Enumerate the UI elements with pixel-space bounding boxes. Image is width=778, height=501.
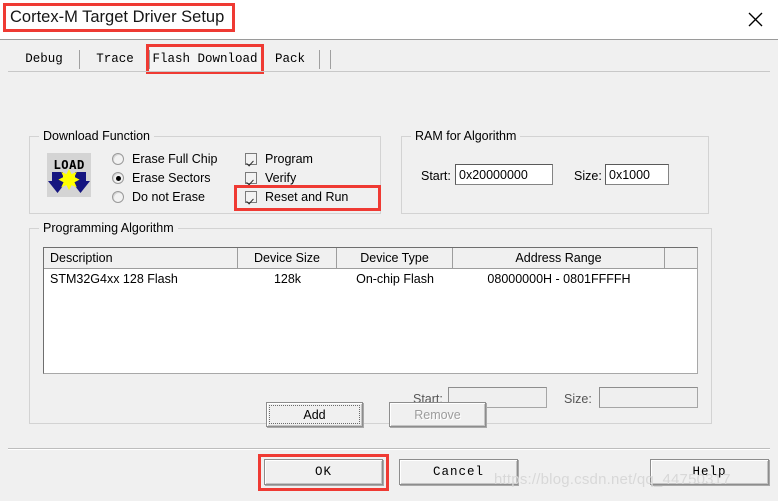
download-function-title: Download Function bbox=[39, 129, 155, 143]
close-icon bbox=[748, 12, 763, 27]
dialog-client-area: Debug Trace Flash Download Pack Download… bbox=[0, 39, 778, 501]
help-button[interactable]: Help bbox=[650, 459, 769, 485]
ram-for-algorithm-group: RAM for Algorithm Start: 0x20000000 Size… bbox=[401, 129, 709, 214]
checkbox-verify-label: Verify bbox=[265, 171, 297, 185]
tab-trace[interactable]: Trace bbox=[80, 46, 150, 71]
radio-indicator bbox=[112, 153, 124, 165]
cancel-button[interactable]: Cancel bbox=[399, 459, 518, 485]
checkbox-indicator bbox=[245, 172, 257, 184]
tab-underline bbox=[8, 71, 770, 72]
cell-device-size: 128k bbox=[273, 272, 302, 286]
radio-do-not-erase-label: Do not Erase bbox=[132, 190, 205, 204]
programming-algorithm-list[interactable]: Description Device Size Device Type Addr… bbox=[43, 247, 698, 374]
close-button[interactable] bbox=[732, 0, 778, 39]
download-function-group: Download Function LOAD Erase Full Chip E… bbox=[29, 129, 381, 214]
column-header-device-type[interactable]: Device Type bbox=[337, 248, 453, 269]
tab-trace-label: Trace bbox=[96, 51, 134, 66]
add-button-label: Add bbox=[303, 407, 326, 422]
checkbox-program-label: Program bbox=[265, 152, 313, 166]
tab-separator bbox=[330, 50, 331, 69]
column-header-address-range[interactable]: Address Range bbox=[453, 248, 665, 269]
algo-size-input[interactable] bbox=[599, 387, 698, 408]
ram-size-input[interactable]: 0x1000 bbox=[605, 164, 669, 185]
tab-pack[interactable]: Pack bbox=[260, 46, 320, 71]
radio-erase-sectors[interactable]: Erase Sectors bbox=[112, 171, 211, 185]
checkbox-verify[interactable]: Verify bbox=[245, 171, 296, 185]
checkbox-program[interactable]: Program bbox=[245, 152, 313, 166]
table-row[interactable]: STM32G4xx 128 Flash 128k On-chip Flash 0… bbox=[44, 269, 697, 289]
programming-algorithm-group: Programming Algorithm Description Device… bbox=[29, 221, 712, 424]
cell-device-type: On-chip Flash bbox=[356, 272, 434, 286]
radio-indicator bbox=[112, 191, 124, 203]
remove-button-label: Remove bbox=[414, 407, 461, 422]
cell-description: STM32G4xx 128 Flash bbox=[50, 272, 178, 286]
ram-size-label: Size: bbox=[574, 169, 602, 183]
programming-algorithm-title: Programming Algorithm bbox=[39, 221, 178, 235]
tab-debug-label: Debug bbox=[25, 51, 63, 66]
tab-strip-filler bbox=[320, 46, 331, 71]
tab-strip: Debug Trace Flash Download Pack bbox=[8, 44, 770, 74]
ram-for-algorithm-title: RAM for Algorithm bbox=[411, 129, 521, 143]
table-header-row: Description Device Size Device Type Addr… bbox=[44, 248, 697, 269]
reset-and-run-highlight-annotation bbox=[234, 185, 381, 211]
radio-erase-full-chip[interactable]: Erase Full Chip bbox=[112, 152, 217, 166]
remove-button: Remove bbox=[389, 402, 486, 427]
radio-erase-sectors-label: Erase Sectors bbox=[132, 171, 211, 185]
ram-start-label: Start: bbox=[421, 169, 451, 183]
cancel-button-label: Cancel bbox=[432, 465, 484, 479]
radio-erase-full-chip-label: Erase Full Chip bbox=[132, 152, 218, 166]
ram-start-input[interactable]: 0x20000000 bbox=[455, 164, 553, 185]
ok-button-highlight-annotation bbox=[258, 454, 389, 491]
dialog-window: Cortex-M Target Driver Setup Debug Trace bbox=[0, 0, 778, 501]
add-button[interactable]: Add bbox=[266, 402, 363, 427]
tab-debug[interactable]: Debug bbox=[8, 46, 80, 71]
cell-address-range: 08000000H - 0801FFFFH bbox=[487, 272, 631, 286]
tab-pack-label: Pack bbox=[274, 51, 305, 66]
button-bar-separator bbox=[8, 448, 770, 450]
column-header-device-size[interactable]: Device Size bbox=[238, 248, 337, 269]
column-header-description[interactable]: Description bbox=[44, 248, 238, 269]
active-tab-highlight-annotation bbox=[146, 44, 264, 74]
load-icon: LOAD bbox=[43, 151, 95, 199]
help-button-label: Help bbox=[692, 465, 727, 479]
radio-indicator bbox=[112, 172, 124, 184]
radio-do-not-erase[interactable]: Do not Erase bbox=[112, 190, 205, 204]
algo-size-label: Size: bbox=[564, 392, 592, 406]
title-highlight-annotation bbox=[3, 3, 235, 32]
column-header-spare[interactable] bbox=[665, 248, 697, 269]
title-bar: Cortex-M Target Driver Setup bbox=[0, 0, 778, 39]
checkbox-indicator bbox=[245, 153, 257, 165]
